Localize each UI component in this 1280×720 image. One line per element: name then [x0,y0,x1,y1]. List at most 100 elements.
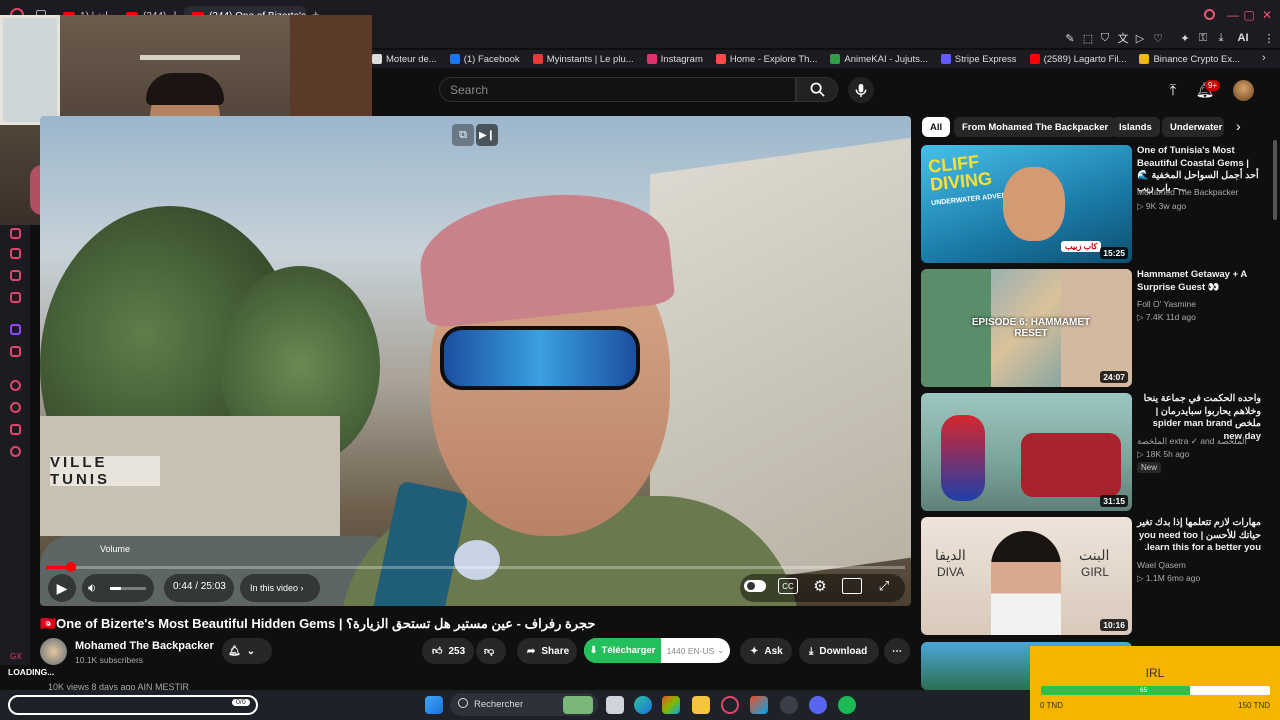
channel-name[interactable]: Mohamed The Backpacker [75,640,214,652]
account-avatar[interactable] [1233,80,1254,101]
chip-islands[interactable]: Islands [1111,117,1160,137]
recommended-video[interactable]: الديفا DIVA البنت GIRL 10:16 مهارات لازم… [921,517,1271,635]
telecharger-label: Télécharger [601,645,656,656]
captions-icon[interactable]: CC [778,578,798,594]
m365-icon[interactable] [662,696,680,714]
search-input[interactable]: Search [439,77,796,102]
theater-mode-icon[interactable] [842,578,862,594]
sidebar-app-icon[interactable] [10,228,21,239]
skip-ad-icon[interactable]: ▶❙ [476,124,498,146]
dislike-button[interactable]: 👎︎ [476,638,506,664]
opera-gx-icon[interactable] [721,696,739,714]
settings-icon[interactable] [10,446,21,457]
video-channel[interactable]: Mohamed The Backpacker [1137,187,1265,197]
video-thumbnail[interactable]: CLIFF DIVING UNDERWATER ADVENTURES كاب ز… [921,145,1132,263]
autoplay-toggle[interactable] [744,580,766,592]
steam-icon[interactable] [780,696,798,714]
extensions-icon[interactable] [10,424,21,435]
file-explorer-icon[interactable] [692,696,710,714]
sidebar-app-icon[interactable] [10,270,21,281]
search-placeholder: Search [450,82,489,97]
task-view-icon[interactable] [606,696,624,714]
sidebar-app-icon[interactable] [10,248,21,259]
chip-from-channel[interactable]: From Mohamed The Backpacker [954,117,1117,137]
bookmark[interactable]: Home - Explore Th... [715,53,818,65]
fullscreen-icon[interactable]: ⤢ [874,576,894,596]
ask-button[interactable]: ✦ Ask [740,638,792,664]
search-tabs-icon[interactable] [1204,9,1215,20]
page-scrollbar[interactable] [1273,140,1277,220]
channel-avatar[interactable] [40,638,67,665]
bookmark[interactable]: Myinstants | Le plu... [532,54,634,65]
heart-icon[interactable]: ♡ [1151,31,1165,45]
video-title[interactable]: مهارات لازم تتعلمها إذا بدك تغير حياتك ل… [1137,517,1261,555]
bookmarks-more-icon[interactable]: › [1262,52,1266,64]
irl-progress-fill [1041,686,1190,695]
thumbnail-badge: كاب زبيب [1061,241,1102,252]
extension-icon[interactable]: ✦ [1178,31,1192,45]
bookmark[interactable]: Binance Crypto Ex... [1139,54,1240,65]
lock-icon[interactable]: ⚿ [1196,31,1210,45]
miniplayer-icon[interactable]: ⧉ [452,124,474,146]
recommended-video[interactable]: EPISODE 6: HAMMAMET RESET 24:07 Hammamet… [921,269,1271,387]
video-channel[interactable]: الملخصة extra ✓ and الملخصة [1137,436,1265,447]
subscribe-bell-button[interactable]: 🔔︎ ⌄ [222,638,272,664]
video-thumbnail[interactable]: EPISODE 6: HAMMAMET RESET 24:07 [921,269,1132,387]
settings-gear-icon[interactable]: ⚙ [810,576,830,596]
edge-icon[interactable] [634,696,652,714]
chip-all[interactable]: All [922,117,951,137]
history-icon[interactable] [10,402,21,413]
telecharger-download[interactable]: ⬇ Télécharger [584,638,661,663]
upload-icon[interactable]: ⤒ [1163,80,1183,100]
search-highlight-icon[interactable] [563,696,593,714]
video-title[interactable]: Hammamet Getaway + A Surprise Guest 👀 [1137,269,1261,294]
discord-icon[interactable] [809,696,827,714]
sidebar-app-icon[interactable] [10,292,21,303]
screenshot-icon[interactable]: ⬚ [1081,31,1095,45]
volume-control[interactable]: 🔉︎ [82,574,154,602]
bookmark[interactable]: AnimeKAI - Jujuts... [830,54,928,65]
shield-icon[interactable]: ⛉ [1098,31,1112,45]
store-icon[interactable] [750,696,768,714]
windows-start-icon[interactable] [425,696,443,714]
menu-icon[interactable]: ⋮ [1262,31,1276,45]
spotify-icon[interactable] [838,696,856,714]
progress-bar[interactable] [46,566,905,569]
play-button[interactable]: ▶ [48,574,76,602]
player-icon[interactable] [10,380,21,391]
recommended-video[interactable]: 31:15 واحده الحكمت في جماعة ينحا وخلاهم … [921,393,1271,511]
video-channel[interactable]: Wael Qasem [1137,560,1265,570]
bookmark-label: Binance Crypto Ex... [1153,53,1241,65]
like-button[interactable]: 👍︎ 253 [422,638,474,664]
video-player[interactable]: VILLE TUNIS ⧉ ▶❙ Volume ▶ 🔉︎ 0:44 / 25:0… [40,116,911,606]
download-icon[interactable]: ⤓ [1214,31,1228,45]
video-thumbnail[interactable]: 31:15 [921,393,1132,511]
bookmark[interactable]: Moteur de... [372,54,437,65]
twitch-icon[interactable] [10,324,21,335]
video-thumbnail[interactable]: الديفا DIVA البنت GIRL 10:16 [921,517,1132,635]
chip-underwater[interactable]: Underwater e [1162,117,1224,137]
voice-search-button[interactable] [848,77,874,103]
chips-next-icon[interactable]: › [1236,118,1241,134]
bookmark[interactable]: Stripe Express [940,54,1017,65]
telecharger-extension-button[interactable]: ⬇ Télécharger 1440 EN-US ⌄ [584,638,730,663]
play-icon[interactable]: ▷ [1133,31,1147,45]
close-button[interactable]: ✕ [1254,4,1280,26]
bookmark[interactable]: (2589) Lagarto Fil... [1029,54,1126,65]
bookmark[interactable]: Instagram [646,54,703,65]
progress-scrubber[interactable] [66,562,76,572]
download-button[interactable]: ⤓ Download [799,638,879,664]
translate-icon[interactable]: 文 [1116,31,1130,45]
share-button[interactable]: ➦ Share [517,638,577,664]
resolution-select[interactable]: 1440 EN-US ⌄ [661,638,730,663]
search-button[interactable] [796,77,838,102]
sidebar-app-icon[interactable] [10,346,21,357]
ai-icon[interactable]: AI [1232,31,1254,45]
pin-icon[interactable]: ✎ [1063,31,1077,45]
video-channel[interactable]: Foll O' Yasmine [1137,299,1265,309]
recommended-video[interactable]: CLIFF DIVING UNDERWATER ADVENTURES كاب ز… [921,145,1271,263]
bookmark[interactable]: (1) Facebook [449,54,520,65]
bookmark-label: Home - Explore Th... [729,53,818,65]
volume-icon[interactable]: 🔉︎ [88,580,96,596]
more-actions-button[interactable]: ⋯ [884,638,910,664]
